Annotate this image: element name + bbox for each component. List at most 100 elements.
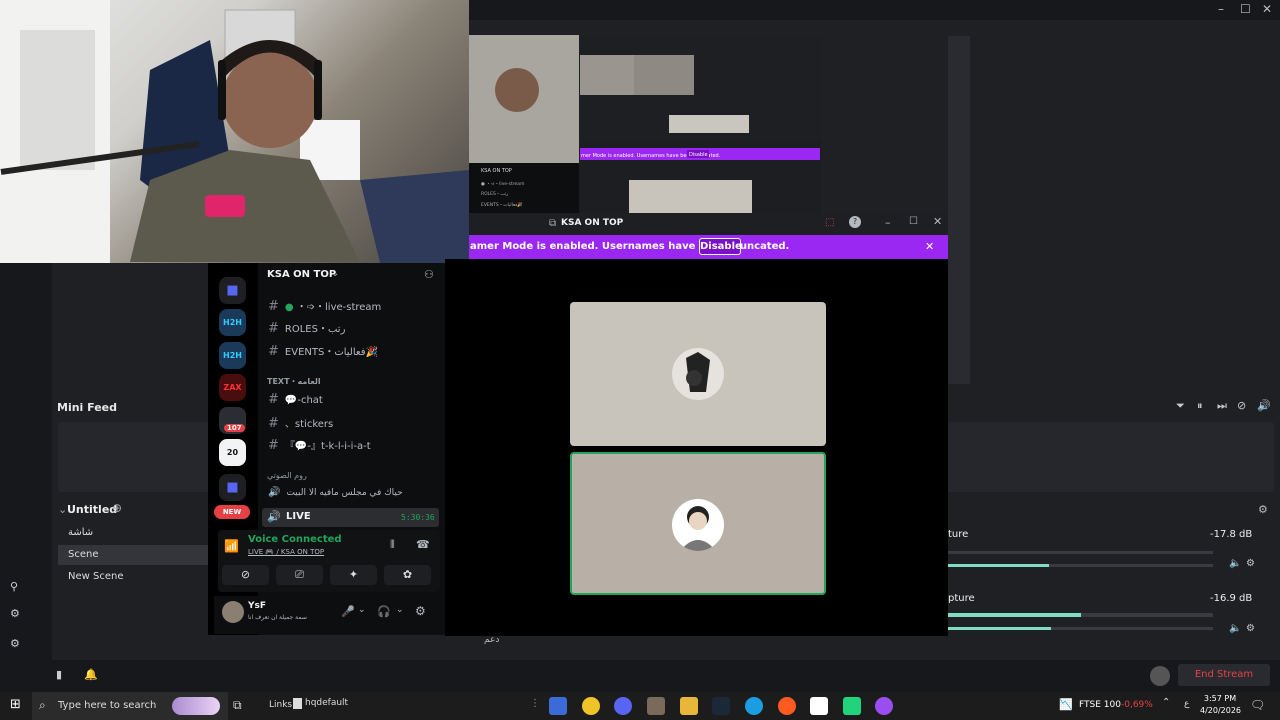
steam-icon[interactable] xyxy=(712,697,730,715)
obs-app-icon[interactable] xyxy=(875,697,893,715)
plugin-icon[interactable]: ⚙ xyxy=(10,607,20,620)
close-icon[interactable]: ✕ xyxy=(1262,2,1272,16)
edge-icon[interactable] xyxy=(745,697,763,715)
channel-stickers[interactable]: # 、stickers xyxy=(268,415,443,435)
clock-date[interactable]: 4/20/2026 xyxy=(1200,706,1241,715)
scene-item-active[interactable]: Scene xyxy=(58,545,208,565)
mixer-settings-icon[interactable]: ⚙ xyxy=(1258,503,1268,516)
live-speaker-icon: 🔊 xyxy=(267,510,281,523)
pause-icon[interactable]: ⏸ xyxy=(1197,399,1203,413)
filter-icon[interactable]: ⏷ xyxy=(1176,399,1185,413)
server-icon-h2h[interactable]: H2H xyxy=(219,309,246,336)
folder-icon[interactable]: ■ xyxy=(219,277,246,304)
category-voice[interactable]: روم الصوتي xyxy=(267,471,307,480)
screen-share-button[interactable]: ⎚ xyxy=(276,565,323,585)
speaker-icon[interactable]: 🔈 xyxy=(1229,558,1241,569)
chevron-down-icon[interactable]: ⌄ xyxy=(396,605,404,615)
end-stream-button[interactable]: End Stream xyxy=(1178,664,1270,686)
folder-icon[interactable]: ■ xyxy=(219,474,246,501)
windows-start-icon[interactable]: ⊞ xyxy=(10,697,21,712)
video-tile-speaking[interactable] xyxy=(570,452,826,595)
app-icon[interactable] xyxy=(549,697,567,715)
add-friend-icon[interactable]: ⚇ xyxy=(424,268,434,281)
task-view-icon[interactable]: ⧉ xyxy=(233,698,242,713)
gear-icon[interactable]: ⚙ xyxy=(415,604,426,618)
green-circle-icon: ● xyxy=(284,302,294,313)
avatar[interactable] xyxy=(222,601,244,623)
hash-icon: # xyxy=(268,344,279,359)
camera-button[interactable]: ⊘ xyxy=(222,565,269,585)
chevron-down-icon[interactable]: ⌄ xyxy=(358,605,366,615)
category-text[interactable]: TEXT・العامه xyxy=(267,376,321,387)
scene-item[interactable]: شاشة xyxy=(58,523,208,543)
obs-status-bar: ▮ 🔔 دعم End Stream xyxy=(0,635,1280,692)
capcut-icon[interactable] xyxy=(810,697,828,715)
headphones-icon[interactable]: 🎧 xyxy=(377,605,391,618)
chevron-up-icon[interactable]: ⌃ xyxy=(1162,697,1170,708)
speaker-icon[interactable]: 🔈 xyxy=(1229,623,1241,634)
disable-button[interactable]: Disable xyxy=(699,238,742,255)
server-name[interactable]: KSA ON TOP xyxy=(267,269,336,280)
file-explorer-icon[interactable] xyxy=(680,697,698,715)
channel-events[interactable]: # EVENTS・فعاليات🎉 xyxy=(268,343,443,363)
channel-live-stream[interactable]: # ● ・➩・live-stream xyxy=(268,298,443,318)
maximize-icon[interactable]: ☐ xyxy=(909,216,918,227)
hash-icon: # xyxy=(268,392,279,407)
stats-icon[interactable]: ▮ xyxy=(56,668,62,681)
photo-app-icon[interactable] xyxy=(647,697,665,715)
channel-tkliiat[interactable]: # 『💬-』t-k-l-i-i-a-t xyxy=(268,437,443,457)
discord-app-icon[interactable] xyxy=(614,697,632,715)
channel-chat[interactable]: # 💬-chat xyxy=(268,392,443,412)
gear-icon[interactable]: ⚙ xyxy=(1246,623,1255,634)
notification-icon[interactable]: 🗨 xyxy=(1250,698,1265,712)
browser-icon[interactable] xyxy=(778,697,796,715)
folder-app-icon[interactable] xyxy=(582,697,600,715)
link-icon[interactable]: ⚲ xyxy=(10,580,18,593)
microphone-icon[interactable]: 🎤 xyxy=(341,605,355,618)
server-icon-20[interactable]: 20 xyxy=(219,439,246,466)
disconnect-icon[interactable]: ☎ xyxy=(416,538,430,551)
server-icon[interactable]: ZAX xyxy=(219,374,246,401)
minimize-icon[interactable]: – xyxy=(1218,2,1224,16)
maximize-icon[interactable]: ☐ xyxy=(1240,2,1251,16)
volume-slider[interactable] xyxy=(948,564,1213,567)
chat-app-icon[interactable] xyxy=(843,697,861,715)
inbox-icon[interactable]: ⬚ xyxy=(825,217,834,228)
gear-icon[interactable]: ⚙ xyxy=(1246,558,1255,569)
video-tile[interactable] xyxy=(570,302,826,446)
soundboard-button[interactable]: ✿ xyxy=(384,565,431,585)
signal-icon[interactable]: 📶 xyxy=(224,539,239,553)
chevron-down-icon[interactable]: ⌄ xyxy=(331,268,339,279)
volume-icon[interactable]: 🔊 xyxy=(1257,399,1271,412)
bell-icon[interactable]: 🔔 xyxy=(84,668,98,681)
hqdefault-link[interactable]: hqdefault xyxy=(305,698,348,708)
noise-suppression-icon[interactable]: ⦀ xyxy=(390,538,395,552)
skip-icon[interactable]: ⏭ xyxy=(1217,399,1227,413)
clock-time[interactable]: 3:57 PM xyxy=(1200,694,1240,703)
scene-collection-title[interactable]: Untitled xyxy=(67,503,117,516)
new-badge: NEW xyxy=(214,505,250,519)
svg-text:ROLES・رتب: ROLES・رتب xyxy=(481,191,508,197)
channel-roles[interactable]: # ROLES・رتب xyxy=(268,320,443,340)
close-banner-icon[interactable]: ✕ xyxy=(925,240,934,253)
search-box[interactable]: ⌕ Type here to search xyxy=(32,692,228,720)
links-toolbar[interactable]: Links xyxy=(269,700,292,710)
help-icon[interactable]: ? xyxy=(849,216,861,228)
mute-feed-icon[interactable]: ⊘ xyxy=(1237,399,1246,412)
voice-channel-link[interactable]: LIVE 🎮 / KSA ON TOP xyxy=(248,548,324,556)
live-channel-row[interactable]: 🔊 LIVE 5:30:36 xyxy=(262,508,439,527)
close-icon[interactable]: ✕ xyxy=(933,215,942,228)
activities-button[interactable]: ✦ xyxy=(330,565,377,585)
minimize-icon[interactable]: – xyxy=(885,216,891,229)
voice-channel[interactable]: 🔊 حياك في مجلس مافيه الا البيت xyxy=(268,487,443,507)
ftse-label[interactable]: FTSE 100 xyxy=(1079,700,1121,710)
server-icon-h2h[interactable]: H2H xyxy=(219,342,246,369)
collapse-icon[interactable]: ⌄ xyxy=(58,503,67,516)
settings-icon[interactable]: ⚙ xyxy=(10,637,20,650)
scene-item[interactable]: New Scene xyxy=(58,567,208,587)
language-indicator[interactable]: ع xyxy=(1184,699,1189,709)
volume-slider[interactable] xyxy=(948,627,1213,630)
add-scene-icon[interactable]: ⊕ xyxy=(112,501,122,515)
rec-button[interactable] xyxy=(1150,666,1170,686)
mention-badge: 107 xyxy=(224,424,245,432)
